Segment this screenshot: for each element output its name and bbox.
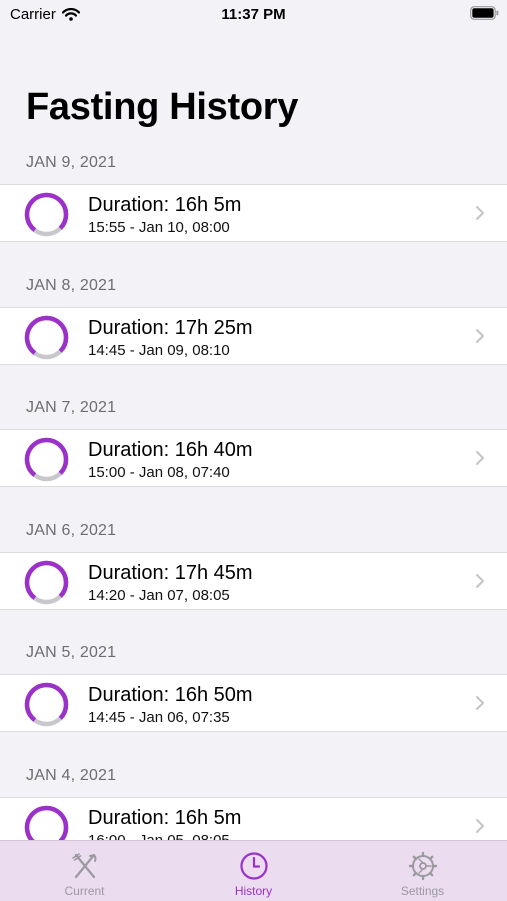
history-row[interactable]: Duration: 17h 25m 14:45 - Jan 09, 08:10 [0,306,507,365]
progress-ring-icon [24,805,69,840]
tab-settings-label: Settings [400,884,445,898]
history-section: JAN 4, 2021 Duration: 16h 5m 16:00 - Jan… [0,756,507,841]
section-date-header: JAN 7, 2021 [26,399,117,416]
clock-icon [240,852,268,880]
history-row[interactable]: Duration: 17h 45m 14:20 - Jan 07, 08:05 [0,551,507,610]
fast-duration: Duration: 17h 25m [88,316,253,339]
history-row[interactable]: Duration: 16h 5m 15:55 - Jan 10, 08:00 [0,184,507,242]
tab-current[interactable]: Current [0,841,169,901]
section-date-header: JAN 8, 2021 [26,276,117,294]
page-title: Fasting History [26,86,299,128]
fast-duration: Duration: 16h 50m [88,684,253,706]
tab-current-label: Current [64,884,105,898]
history-row[interactable]: Duration: 16h 40m 15:00 - Jan 08, 07:40 [0,429,507,487]
fast-time-range: 15:55 - Jan 10, 08:00 [88,219,230,236]
progress-ring-icon [24,315,69,359]
history-section: JAN 9, 2021 Duration: 16h 5m 15:55 - Jan… [0,143,507,266]
status-time: 11:37 PM [221,6,286,23]
fast-duration: Duration: 16h 5m [88,194,242,216]
progress-ring-icon [24,192,69,237]
history-section: JAN 6, 2021 Duration: 17h 45m 14:20 - Ja… [0,511,507,634]
fast-time-range: 16:00 - Jan 05, 08:05 [88,831,230,841]
chevron-right-icon [476,818,484,833]
tab-history[interactable]: History [169,841,338,901]
fast-duration: Duration: 16h 40m [88,439,253,461]
section-date-header: JAN 4, 2021 [26,766,117,784]
history-section: JAN 5, 2021 Duration: 16h 50m 14:45 - Ja… [0,633,507,756]
section-date-header: JAN 9, 2021 [26,154,117,171]
chevron-right-icon [476,696,484,710]
gear-icon [408,851,438,881]
chevron-right-icon [476,573,484,588]
history-section: JAN 7, 2021 Duration: 16h 40m 15:00 - Ja… [0,388,507,511]
status-bar: Carrier 11:37 PM [0,0,507,28]
history-row[interactable]: Duration: 16h 5m 16:00 - Jan 05, 08:05 [0,796,507,841]
battery-icon [470,6,499,20]
tab-bar: Current History Settings [0,840,507,901]
history-section: JAN 8, 2021 Duration: 17h 25m 14:45 - Ja… [0,266,507,389]
fast-time-range: 14:45 - Jan 06, 07:35 [88,709,230,726]
fast-duration: Duration: 17h 45m [88,561,253,584]
section-date-header: JAN 6, 2021 [26,521,117,539]
history-row[interactable]: Duration: 16h 50m 14:45 - Jan 06, 07:35 [0,674,507,732]
fork-knife-icon [72,853,97,879]
section-date-header: JAN 5, 2021 [26,644,117,661]
fast-time-range: 14:45 - Jan 09, 08:10 [88,341,230,359]
fast-duration: Duration: 16h 5m [88,806,242,829]
fast-time-range: 14:20 - Jan 07, 08:05 [88,586,230,604]
chevron-right-icon [476,328,484,343]
tab-history-label: History [234,884,273,898]
tab-settings[interactable]: Settings [338,841,507,901]
progress-ring-icon [24,682,69,727]
progress-ring-icon [24,437,69,482]
chevron-right-icon [476,206,484,220]
fast-time-range: 15:00 - Jan 08, 07:40 [88,464,230,481]
history-list[interactable]: JAN 9, 2021 Duration: 16h 5m 15:55 - Jan… [0,143,507,840]
progress-ring-icon [24,560,69,604]
chevron-right-icon [476,451,484,465]
